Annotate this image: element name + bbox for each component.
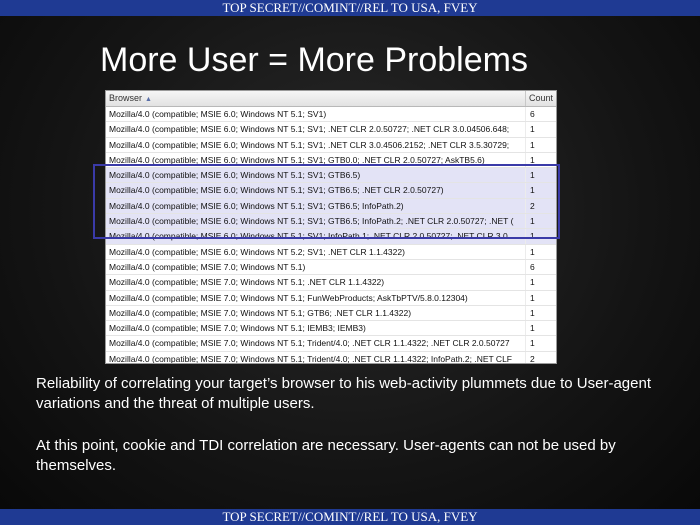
table-row[interactable]: Mozilla/4.0 (compatible; MSIE 7.0; Windo… — [106, 275, 556, 291]
table-header: Browser ▲ Count — [106, 91, 556, 107]
column-header-count[interactable]: Count — [526, 91, 556, 106]
table-row[interactable]: Mozilla/4.0 (compatible; MSIE 6.0; Windo… — [106, 122, 556, 138]
cell-browser: Mozilla/4.0 (compatible; MSIE 6.0; Windo… — [106, 107, 526, 122]
cell-count: 1 — [530, 307, 535, 318]
cell-count: 6 — [530, 261, 535, 272]
cell-browser: Mozilla/4.0 (compatible; MSIE 6.0; Windo… — [106, 244, 526, 259]
highlight-box — [93, 164, 560, 239]
cell-browser: Mozilla/4.0 (compatible; MSIE 7.0; Windo… — [106, 259, 526, 275]
cell-count: 1 — [530, 277, 535, 288]
cell-browser: Mozilla/4.0 (compatible; MSIE 6.0; Windo… — [106, 122, 526, 137]
cell-browser: Mozilla/4.0 (compatible; MSIE 7.0; Windo… — [106, 275, 526, 290]
cell-count: 1 — [530, 338, 535, 349]
column-header-browser-label: Browser — [109, 93, 143, 103]
table-row[interactable]: Mozilla/4.0 (compatible; MSIE 7.0; Windo… — [106, 259, 556, 276]
table-row[interactable]: Mozilla/4.0 (compatible; MSIE 6.0; Windo… — [106, 137, 556, 153]
cell-count: 1 — [530, 292, 535, 303]
slide-title: More User = More Problems — [100, 41, 528, 79]
cell-count: 2 — [530, 353, 535, 364]
cell-count: 1 — [530, 124, 535, 135]
table-row[interactable]: Mozilla/4.0 (compatible; MSIE 7.0; Windo… — [106, 290, 556, 306]
table-row[interactable]: Mozilla/4.0 (compatible; MSIE 7.0; Windo… — [106, 351, 556, 364]
column-header-count-label: Count — [529, 93, 554, 103]
cell-browser: Mozilla/4.0 (compatible; MSIE 7.0; Windo… — [106, 351, 526, 363]
cell-browser: Mozilla/4.0 (compatible; MSIE 7.0; Windo… — [106, 336, 526, 351]
table-row[interactable]: Mozilla/4.0 (compatible; MSIE 7.0; Windo… — [106, 305, 556, 322]
table-row[interactable]: Mozilla/4.0 (compatible; MSIE 7.0; Windo… — [106, 336, 556, 352]
classification-banner-bottom: TOP SECRET//COMINT//REL TO USA, FVEY — [0, 509, 700, 525]
cell-count: 1 — [530, 246, 535, 257]
cell-count: 1 — [530, 139, 535, 150]
cell-count: 1 — [530, 323, 535, 334]
cell-browser: Mozilla/4.0 (compatible; MSIE 7.0; Windo… — [106, 290, 526, 305]
cell-browser: Mozilla/4.0 (compatible; MSIE 6.0; Windo… — [106, 137, 526, 152]
table-row[interactable]: Mozilla/4.0 (compatible; MSIE 6.0; Windo… — [106, 244, 556, 260]
body-paragraph-1: Reliability of correlating your target’s… — [36, 375, 651, 412]
column-header-browser[interactable]: Browser ▲ — [106, 91, 526, 106]
cell-browser: Mozilla/4.0 (compatible; MSIE 7.0; Windo… — [106, 321, 526, 336]
cell-count: 6 — [530, 109, 535, 119]
cell-browser: Mozilla/4.0 (compatible; MSIE 7.0; Windo… — [106, 305, 526, 321]
classification-banner-top: TOP SECRET//COMINT//REL TO USA, FVEY — [0, 0, 700, 16]
body-paragraph-2: At this point, cookie and TDI correlatio… — [36, 437, 616, 474]
table-row[interactable]: Mozilla/4.0 (compatible; MSIE 7.0; Windo… — [106, 321, 556, 337]
table-row[interactable]: Mozilla/4.0 (compatible; MSIE 6.0; Windo… — [106, 107, 556, 123]
sort-ascending-icon: ▲ — [145, 96, 152, 103]
